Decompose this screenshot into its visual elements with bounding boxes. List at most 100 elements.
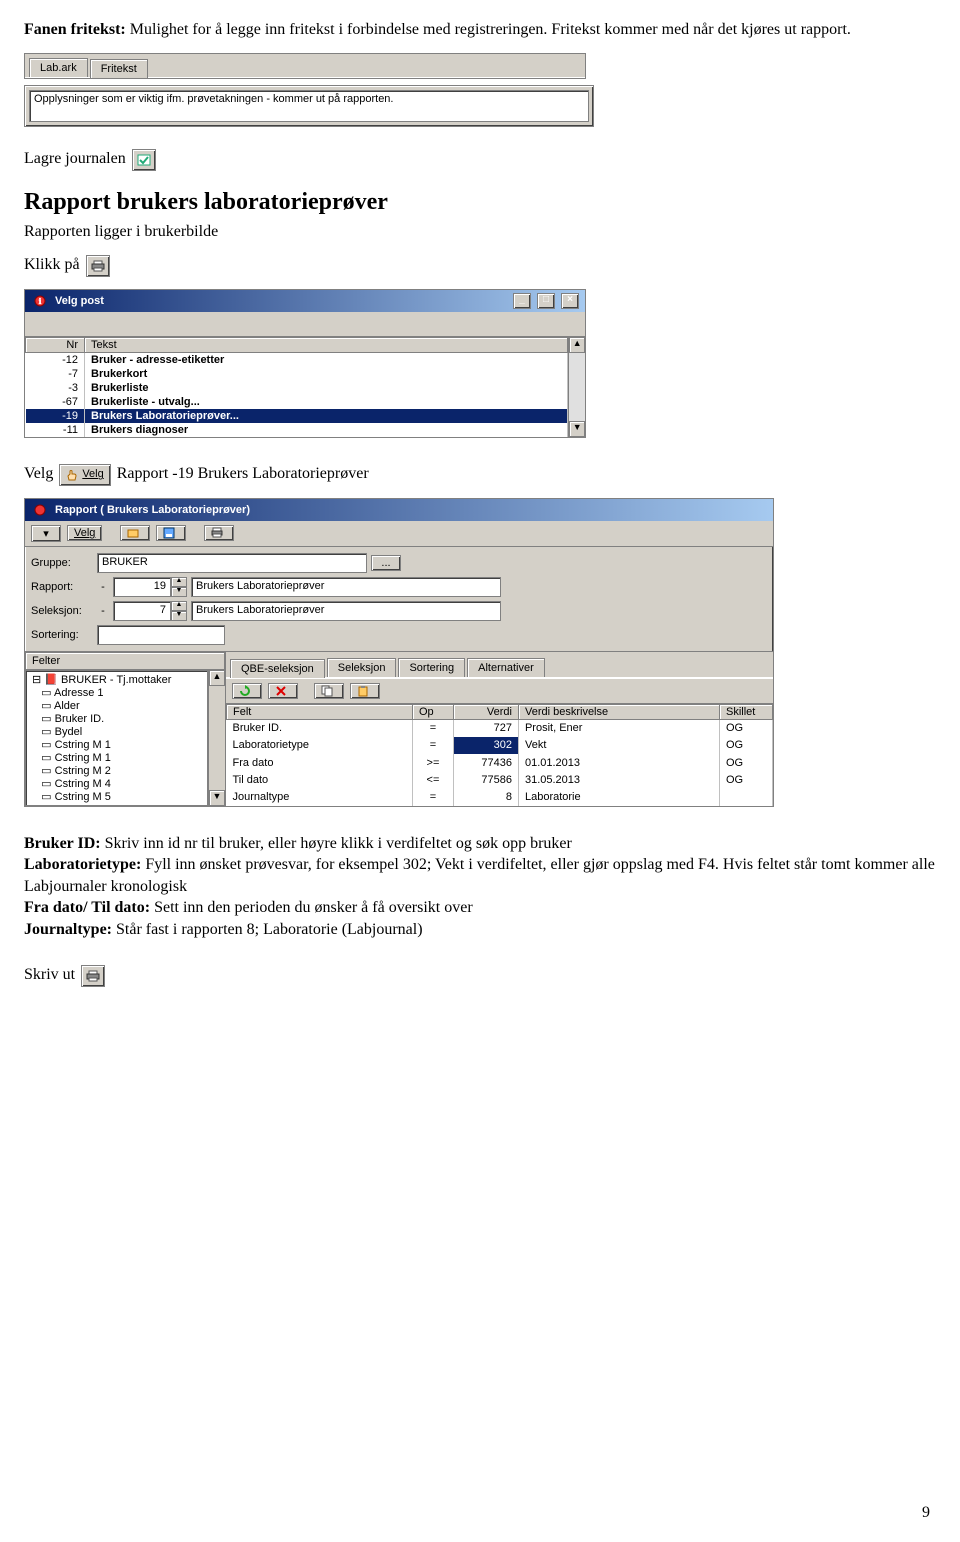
table-row[interactable]: -12Bruker - adresse-etiketter — [26, 352, 568, 367]
sortering-input[interactable] — [97, 625, 225, 645]
minimize-button[interactable]: _ — [513, 293, 531, 309]
save-icon[interactable] — [132, 149, 156, 171]
scroll-up-icon[interactable]: ▲ — [209, 670, 225, 686]
tree-root[interactable]: ⊟ 📕 BRUKER - Tj.mottaker — [26, 673, 207, 686]
tab-sortering[interactable]: Sortering — [398, 658, 465, 677]
table-row[interactable]: -3Brukerliste — [26, 381, 568, 395]
app-icon: ℹ — [31, 293, 49, 309]
close-button[interactable]: × — [561, 293, 579, 309]
toolbar-print[interactable] — [204, 525, 234, 541]
diskette-icon — [163, 527, 175, 539]
qbe-tabstrip: QBE-seleksjon Seleksjon Sortering Altern… — [226, 652, 773, 678]
printer-icon[interactable] — [86, 255, 110, 277]
table-row[interactable]: -7Brukerkort — [26, 367, 568, 381]
sub1: Rapporten ligger i brukerbilde — [24, 222, 936, 243]
table-row[interactable]: Til dato<=7758631.05.2013OG — [227, 771, 773, 788]
page-number: 9 — [922, 1504, 930, 1522]
col-tekst[interactable]: Tekst — [85, 337, 568, 352]
rapport-label: Rapport: — [31, 581, 93, 593]
qbe-table[interactable]: Felt Op Verdi Verdi beskrivelse Skillet … — [226, 704, 773, 806]
table-row-selected[interactable]: -19Brukers Laboratorieprøver... — [26, 409, 568, 423]
tree-item[interactable]: ▭ Adresse 1 — [26, 686, 207, 699]
printer-icon — [211, 527, 223, 539]
tab-labark[interactable]: Lab.ark — [29, 58, 88, 77]
toolbar-icon-1[interactable] — [120, 525, 150, 541]
toolbar-icon-2[interactable] — [156, 525, 186, 541]
qbe-panel: QBE-seleksjon Seleksjon Sortering Altern… — [226, 652, 773, 806]
scroll-down-icon[interactable]: ▼ — [209, 790, 225, 806]
sortering-label: Sortering: — [31, 629, 93, 641]
l1: Skriv inn id nr til bruker, eller høyre … — [101, 835, 572, 852]
col-verdi[interactable]: Verdi — [453, 704, 518, 719]
gruppe-label: Gruppe: — [31, 557, 93, 569]
toolbar-velg-button[interactable]: Velg — [67, 525, 102, 541]
refresh-button[interactable] — [232, 683, 262, 699]
paste-icon — [357, 685, 369, 697]
lagre-journalen-text: Lagre journalen — [24, 149, 126, 170]
seleksjon-num-spin[interactable]: 7 ▲▼ — [113, 601, 187, 621]
tree-item[interactable]: ▭ Cstring M 4 — [26, 777, 207, 790]
gruppe-lookup-button[interactable]: ... — [371, 555, 401, 571]
l3: Sett inn den perioden du ønsker å få ove… — [150, 899, 473, 916]
maximize-button[interactable]: □ — [537, 293, 555, 309]
tabstrip: Lab.ark Fritekst — [25, 54, 585, 78]
table-row[interactable]: -67Brukerliste - utvalg... — [26, 395, 568, 409]
spin-down-icon[interactable]: ▼ — [171, 611, 187, 621]
table-row[interactable]: -11Brukers diagnoser — [26, 423, 568, 437]
skrivut-row: Skriv ut — [24, 965, 936, 987]
rapport-num-spin[interactable]: 19 ▲▼ — [113, 577, 187, 597]
skrivut-text: Skriv ut — [24, 965, 75, 986]
freetext-input[interactable]: Opplysninger som er viktig ifm. prøvetak… — [29, 90, 589, 122]
paste-button[interactable] — [350, 683, 380, 699]
col-op[interactable]: Op — [412, 704, 453, 719]
l2: Fyll inn ønsket prøvesvar, for eksempel … — [24, 856, 935, 895]
tree-item[interactable]: ▭ Cstring M 1 — [26, 751, 207, 764]
qbe-toolbar — [226, 678, 773, 704]
velg-line: Velg Velg Rapport -19 Brukers Laboratori… — [24, 464, 936, 486]
spin-up-icon[interactable]: ▲ — [171, 577, 187, 587]
scroll-up-icon[interactable]: ▲ — [569, 337, 585, 353]
tab-fritekst[interactable]: Fritekst — [90, 59, 148, 78]
row-seleksjon: Seleksjon: - 7 ▲▼ Brukers Laboratorieprø… — [25, 599, 773, 623]
tree-item[interactable]: ▭ Bruker ID. — [26, 712, 207, 725]
tab-alternativer[interactable]: Alternativer — [467, 658, 545, 677]
klikk-row: Klikk på — [24, 255, 936, 277]
velgpost-grid-wrap: Nr Tekst -12Bruker - adresse-etiketter -… — [25, 337, 585, 437]
velgpost-scrollbar[interactable]: ▲ ▼ — [568, 337, 585, 437]
tree-item[interactable]: ▭ Bydel — [26, 725, 207, 738]
spin-down-icon[interactable]: ▼ — [171, 587, 187, 597]
seleksjon-desc: Brukers Laboratorieprøver — [191, 601, 501, 621]
copy-button[interactable] — [314, 683, 344, 699]
refresh-icon — [239, 685, 251, 697]
tree-item[interactable]: ▭ Cstring M 5 — [26, 790, 207, 803]
l1b: Bruker ID: — [24, 835, 101, 852]
tabstrip-labark: Lab.ark Fritekst — [24, 53, 586, 79]
table-row[interactable]: Fra dato>=7743601.01.2013OG — [227, 754, 773, 771]
col-desc[interactable]: Verdi beskrivelse — [518, 704, 719, 719]
printer-icon[interactable] — [81, 965, 105, 987]
tree-item[interactable]: ▭ Cstring M 2 — [26, 764, 207, 777]
table-row[interactable]: Bruker ID.=727Prosit, EnerOG — [227, 719, 773, 737]
spin-up-icon[interactable]: ▲ — [171, 601, 187, 611]
rapport-toolbar: ▾ Velg — [25, 521, 773, 547]
col-felt[interactable]: Felt — [227, 704, 413, 719]
toolbar-dropdown[interactable]: ▾ — [31, 525, 61, 542]
tree-item[interactable]: ▭ Alder — [26, 699, 207, 712]
table-row[interactable]: Laboratorietype=302VektOG — [227, 737, 773, 754]
scroll-down-icon[interactable]: ▼ — [569, 421, 585, 437]
velgpost-table[interactable]: Nr Tekst -12Bruker - adresse-etiketter -… — [25, 337, 568, 437]
tree-item[interactable]: ▭ Cstring M 1 — [26, 738, 207, 751]
tab-seleksjon[interactable]: Seleksjon — [327, 658, 397, 677]
gruppe-input[interactable]: BRUKER — [97, 553, 367, 573]
velg-button[interactable]: Velg — [59, 464, 110, 486]
felter-tree[interactable]: ⊟ 📕 BRUKER - Tj.mottaker ▭ Adresse 1 ▭ A… — [25, 670, 208, 806]
delete-button[interactable] — [268, 683, 298, 699]
col-skillet[interactable]: Skillet — [720, 704, 773, 719]
intro-text: Mulighet for å legge inn fritekst i forb… — [126, 21, 851, 38]
table-row[interactable]: Journaltype=8Laboratorie — [227, 788, 773, 805]
col-nr[interactable]: Nr — [26, 337, 85, 352]
lagre-row: Lagre journalen — [24, 149, 936, 171]
tab-qbe[interactable]: QBE-seleksjon — [230, 659, 325, 678]
tree-scrollbar[interactable]: ▲ ▼ — [208, 670, 225, 806]
copy-icon — [321, 685, 333, 697]
